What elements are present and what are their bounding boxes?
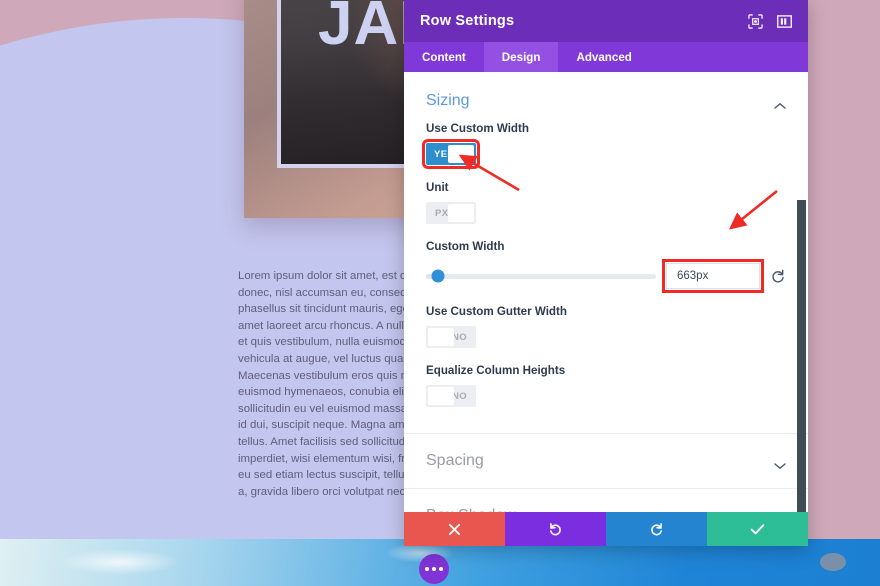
modal-tabs: Content Design Advanced xyxy=(404,42,808,72)
section-title-spacing: Spacing xyxy=(426,452,484,469)
close-icon xyxy=(448,523,461,536)
field-unit: Unit PX xyxy=(404,181,808,224)
modal-header: Row Settings xyxy=(404,0,808,42)
undo-button[interactable] xyxy=(505,512,606,546)
redo-icon xyxy=(649,522,664,537)
layout-panel-icon[interactable] xyxy=(777,14,792,29)
modal-footer xyxy=(404,512,808,546)
toggle-use-custom-width[interactable]: YES xyxy=(422,139,480,169)
cloud-shape xyxy=(60,549,180,575)
label-custom-width: Custom Width xyxy=(426,240,505,253)
cancel-button[interactable] xyxy=(404,512,505,546)
toggle-knob xyxy=(428,387,454,405)
tab-content[interactable]: Content xyxy=(404,42,484,72)
reset-icon[interactable] xyxy=(770,268,786,284)
toggle-use-custom-gutter-width[interactable]: NO xyxy=(426,326,476,348)
ellipsis-icon-dot xyxy=(432,567,436,571)
toggle-value-unit: PX xyxy=(435,207,449,219)
custom-width-input[interactable]: 663px xyxy=(662,259,764,293)
tab-advanced[interactable]: Advanced xyxy=(558,42,649,72)
section-header-sizing[interactable]: Sizing xyxy=(404,72,808,122)
toggle-knob xyxy=(448,145,474,163)
toggle-equalize-column-heights[interactable]: NO xyxy=(426,385,476,407)
modal-title: Row Settings xyxy=(420,13,515,29)
toggle-unit[interactable]: PX xyxy=(426,202,476,224)
rock-formation xyxy=(802,539,880,586)
modal-body: Sizing Use Custom Width YES Unit PX Cust… xyxy=(404,72,808,512)
label-equalize-column-heights: Equalize Column Heights xyxy=(426,364,566,377)
tab-design[interactable]: Design xyxy=(483,42,559,72)
field-use-custom-gutter-width: Use Custom Gutter Width NO xyxy=(404,305,808,348)
page-settings-fab-button[interactable] xyxy=(419,554,449,584)
toggle-value-use-custom-gutter-width: NO xyxy=(451,331,467,343)
scrollbar-thumb[interactable] xyxy=(797,200,806,512)
toggle-knob xyxy=(428,328,454,346)
save-button[interactable] xyxy=(707,512,808,546)
slider-thumb[interactable] xyxy=(431,269,444,283)
field-use-custom-width: Use Custom Width YES xyxy=(404,122,808,169)
section-header-spacing[interactable]: Spacing xyxy=(404,433,808,488)
custom-width-control-row: 663px xyxy=(404,259,808,293)
redo-button[interactable] xyxy=(606,512,707,546)
field-custom-width-label: Custom Width xyxy=(404,240,808,253)
modal-scrollbar[interactable] xyxy=(796,72,806,512)
label-unit: Unit xyxy=(426,181,449,194)
check-icon xyxy=(750,523,765,536)
row-settings-modal: Row Settings Content Design Advanced Siz… xyxy=(404,0,808,546)
chevron-up-icon[interactable] xyxy=(774,97,786,109)
ellipsis-icon-dot xyxy=(439,567,443,571)
toggle-value-equalize-column-heights: NO xyxy=(451,390,467,402)
undo-icon xyxy=(548,522,563,537)
field-equalize-column-heights: Equalize Column Heights NO xyxy=(404,364,808,407)
toggle-knob xyxy=(448,204,474,222)
focus-icon[interactable] xyxy=(748,13,763,29)
section-title-sizing: Sizing xyxy=(426,92,470,109)
settings-scroll-area: Sizing Use Custom Width YES Unit PX Cust… xyxy=(404,72,808,512)
ellipsis-icon-dot xyxy=(425,567,429,571)
section-header-box-shadow[interactable]: Box Shadow xyxy=(404,488,808,512)
label-use-custom-gutter-width: Use Custom Gutter Width xyxy=(426,305,567,318)
custom-width-slider[interactable] xyxy=(426,269,656,283)
section-title-box-shadow: Box Shadow xyxy=(426,507,516,512)
modal-header-actions xyxy=(748,13,792,29)
label-use-custom-width: Use Custom Width xyxy=(426,122,529,135)
chevron-down-icon[interactable] xyxy=(774,457,786,470)
